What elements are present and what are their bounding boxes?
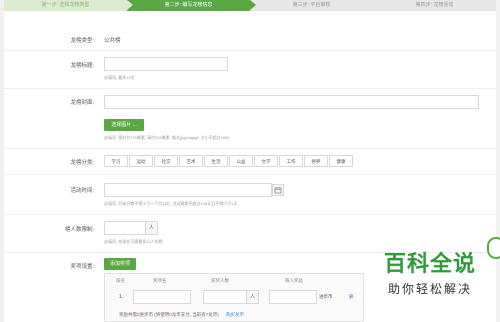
limit-input[interactable] — [104, 221, 146, 235]
buy-coins-link[interactable]: 购买龙币 — [226, 312, 244, 317]
choose-image-button[interactable]: 选择图片 ... — [104, 119, 144, 131]
prize-reward-input[interactable] — [269, 290, 317, 304]
time-label: 活动时间: — [70, 188, 94, 194]
header-rank: 排名 — [116, 278, 125, 283]
category-option[interactable]: 运动 — [129, 155, 153, 167]
title-input[interactable] — [104, 57, 228, 71]
category-option[interactable]: 艺术 — [179, 155, 203, 167]
add-prize-button[interactable]: 添加奖项 — [104, 258, 136, 270]
calendar-icon[interactable] — [272, 184, 284, 196]
divider — [4, 174, 496, 175]
step-1[interactable]: 第一步: 选择龙榜类型 — [4, 0, 133, 11]
step-progress-bar: 第一步: 选择龙榜类型 第二步: 编写龙榜信息 第三步: 平台审核 第四步: 龙… — [4, 0, 496, 11]
category-option[interactable]: 生活 — [204, 155, 228, 167]
prize-rank: 1. — [119, 294, 124, 300]
page-container: 第一步: 选择龙榜类型 第二步: 编写龙榜信息 第三步: 平台审核 第四步: 龙… — [4, 0, 500, 322]
header-reward: 每人奖励 — [285, 278, 303, 283]
category-option[interactable]: 公益 — [229, 155, 253, 167]
category-options: 学习 运动 社交 艺术 生活 公益 文学 工作 修养 健康 — [104, 155, 353, 167]
step-2: 第二步: 编写龙榜信息 — [127, 0, 256, 11]
prize-summary: 奖励共需0进步币 (将使用0龙币支付, 当前有7龙币) 购买龙币 — [119, 312, 245, 317]
header-prize-name: 奖项名 — [153, 278, 167, 283]
category-option[interactable]: 社交 — [154, 155, 178, 167]
time-hint: 必填项, 开始日期不得小于一个月以后, 活动周期不超过100天且不得少于1天 — [104, 201, 238, 206]
prize-winners-input[interactable] — [203, 290, 247, 304]
delete-prize-link[interactable]: 删 — [349, 294, 354, 300]
category-label: 龙榜分类: — [70, 160, 94, 166]
cover-file-field[interactable] — [104, 95, 479, 109]
category-option[interactable]: 修养 — [304, 155, 328, 167]
step-4: 第四步: 龙榜活动 — [415, 2, 454, 8]
reward-unit: 进步币 — [319, 294, 333, 299]
title-hint: 必填项, 最多15字 — [104, 75, 135, 80]
step-3: 第三步: 平台审核 — [292, 2, 331, 8]
category-option[interactable]: 健康 — [329, 155, 353, 167]
category-option[interactable]: 学习 — [104, 155, 128, 167]
type-value: 公共榜 — [104, 38, 121, 44]
divider — [4, 88, 496, 89]
header-winners: 获奖人数 — [211, 278, 229, 283]
limit-unit: 人 — [146, 221, 158, 235]
prize-label: 奖项设置: — [70, 264, 94, 270]
limit-label: 榜人数限制: — [64, 227, 94, 233]
type-label: 龙榜类型: — [70, 38, 94, 44]
prize-table: 排名 奖项名 获奖人数 每人奖励 1. 人 进步币 删 奖励共需0进步币 (将使… — [104, 273, 364, 322]
divider — [4, 50, 496, 51]
divider — [4, 148, 496, 149]
winners-unit: 人 — [247, 290, 259, 304]
limit-hint: 必填项, 你现在可建最多10人的榜 — [104, 239, 163, 244]
title-label: 龙榜标题: — [70, 63, 94, 69]
category-option[interactable]: 工作 — [279, 155, 303, 167]
watermark-logo: 百科全说 助你轻松解决 — [383, 251, 476, 296]
cover-label: 龙榜封面: — [70, 100, 94, 106]
category-option[interactable]: 文学 — [254, 155, 278, 167]
divider — [4, 214, 496, 215]
cover-hint: 必填项, 宽约为700像素, 高约200像素, 格式jpg/png/gif, 大… — [104, 135, 231, 140]
prize-name-input[interactable] — [133, 290, 191, 304]
time-input[interactable] — [104, 183, 272, 197]
